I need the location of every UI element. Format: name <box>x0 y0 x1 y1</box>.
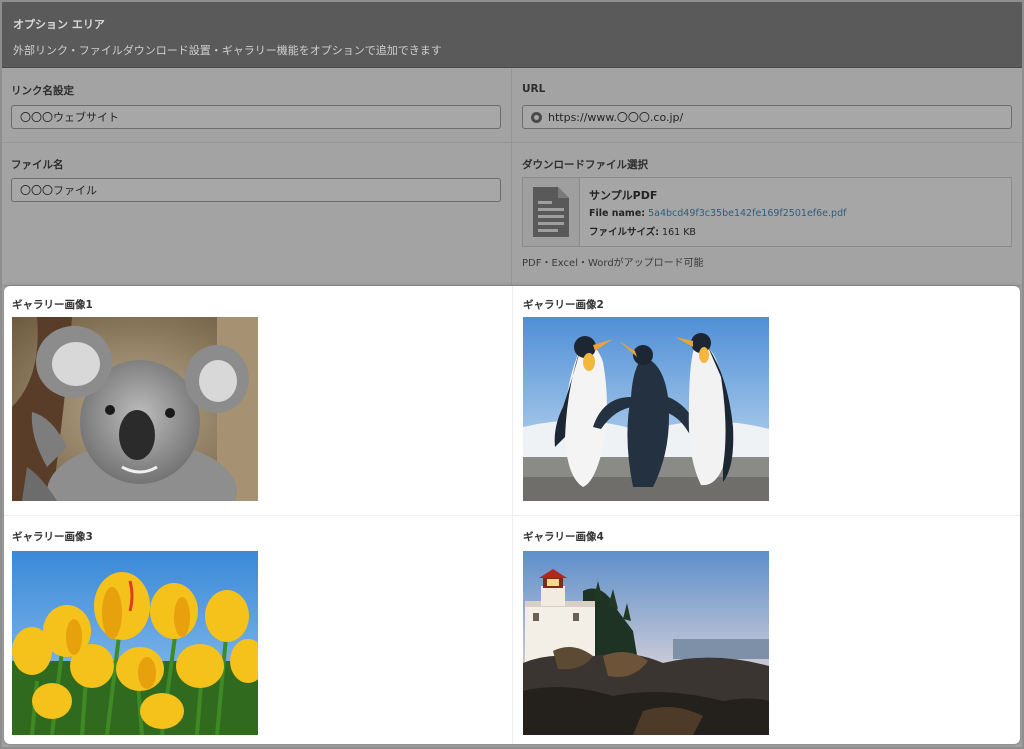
option-area-frame: オプション エリア 外部リンク・ファイルダウンロード設置・ギャラリー機能をオプシ… <box>0 0 1024 749</box>
gallery-panel: ギャラリー画像1 ギャラリー画像2 ギャラリー画像3 ギャラリー画像4 <box>4 286 1020 744</box>
gallery-image-4[interactable] <box>523 551 769 735</box>
link-name-input[interactable]: 〇〇〇ウェブサイト <box>11 105 501 129</box>
url-label: URL <box>522 83 546 95</box>
gallery-item-1: ギャラリー画像1 <box>4 286 512 515</box>
file-name-input[interactable]: 〇〇〇ファイル <box>11 178 501 202</box>
link-name-cell: リンク名設定 〇〇〇ウェブサイト <box>2 69 512 143</box>
gallery-label-2: ギャラリー画像2 <box>523 299 604 311</box>
section-title: オプション エリア <box>13 18 105 31</box>
file-link[interactable]: 5a4bcd49f3c35be142fe169f2501ef6e.pdf <box>648 208 846 219</box>
globe-icon <box>531 112 542 123</box>
gallery-item-4: ギャラリー画像4 <box>513 516 1020 744</box>
document-icon <box>533 187 569 237</box>
gallery-label-4: ギャラリー画像4 <box>523 531 604 543</box>
file-name-key: File name: <box>589 208 646 219</box>
gallery-item-3: ギャラリー画像3 <box>4 516 512 744</box>
file-name-cell: ファイル名 〇〇〇ファイル <box>2 143 512 286</box>
file-size-line: ファイルサイズ: 161 KB <box>589 224 846 238</box>
section-description: 外部リンク・ファイルダウンロード設置・ギャラリー機能をオプションで追加できます <box>13 44 442 57</box>
download-label: ダウンロードファイル選択 <box>522 159 648 171</box>
download-file-box[interactable]: サンプルPDF File name: 5a4bcd49f3c35be142fe1… <box>522 177 1012 247</box>
url-cell: URL https://www.〇〇〇.co.jp/ <box>512 69 1022 143</box>
gallery-image-1[interactable] <box>12 317 258 501</box>
url-input[interactable]: https://www.〇〇〇.co.jp/ <box>522 105 1012 129</box>
file-icon-area <box>523 178 580 246</box>
file-info: サンプルPDF File name: 5a4bcd49f3c35be142fe1… <box>589 187 846 238</box>
gallery-image-2[interactable] <box>523 317 769 501</box>
file-size-value: 161 KB <box>662 227 696 238</box>
link-name-label: リンク名設定 <box>11 85 74 97</box>
upload-note: PDF・Excel・Wordがアップロード可能 <box>522 258 704 269</box>
gallery-label-1: ギャラリー画像1 <box>12 299 93 311</box>
file-name-label: ファイル名 <box>11 159 64 171</box>
file-size-key: ファイルサイズ: <box>589 227 660 238</box>
option-area-header: オプション エリア 外部リンク・ファイルダウンロード設置・ギャラリー機能をオプシ… <box>2 2 1022 68</box>
gallery-item-2: ギャラリー画像2 <box>513 286 1020 515</box>
gallery-image-3[interactable] <box>12 551 258 735</box>
file-title: サンプルPDF <box>589 189 658 202</box>
file-name-line: File name: 5a4bcd49f3c35be142fe169f2501e… <box>589 208 846 219</box>
url-value: https://www.〇〇〇.co.jp/ <box>548 111 684 124</box>
gallery-label-3: ギャラリー画像3 <box>12 531 93 543</box>
